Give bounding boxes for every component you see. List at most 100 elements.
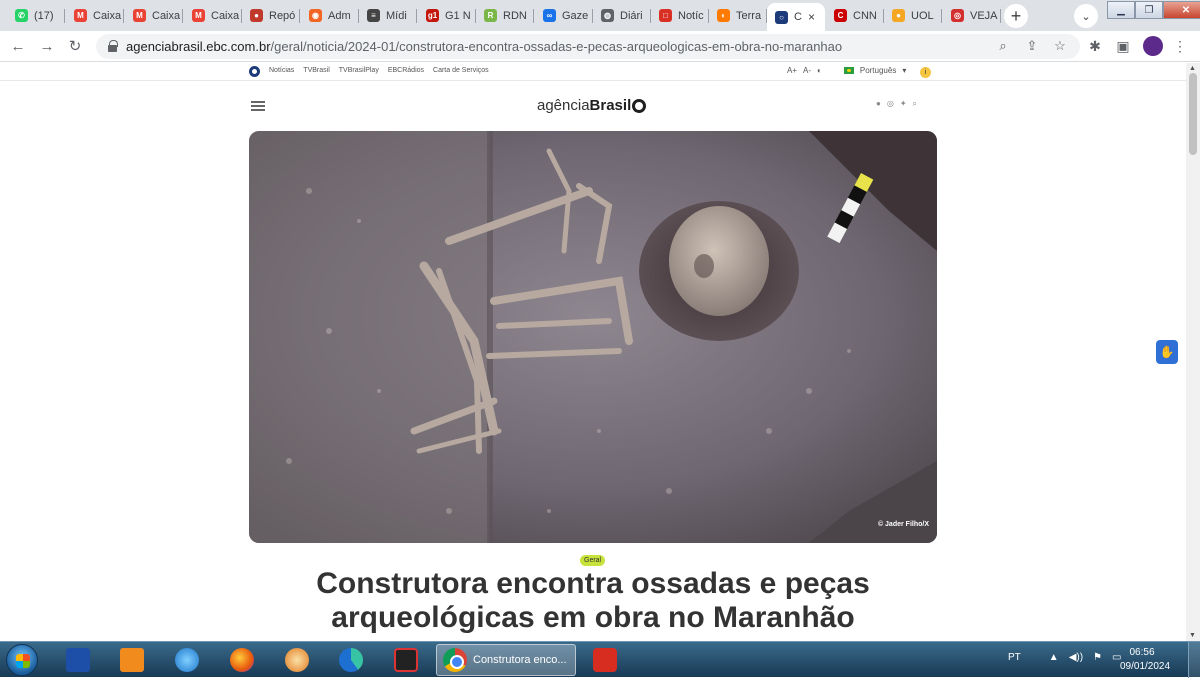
vlibras-accessibility-button[interactable]: ✋ (1156, 340, 1178, 364)
maximize-button[interactable]: ❐ (1135, 1, 1163, 19)
profile-avatar[interactable] (1143, 36, 1163, 56)
gmail-icon: M (192, 9, 205, 22)
browser-tab[interactable]: ◐ Terra (709, 3, 767, 28)
taskbar-app-control-panel[interactable] (63, 645, 93, 675)
url-text[interactable]: agenciabrasil.ebc.com.br/geral/noticia/2… (126, 39, 842, 54)
bookmark-star-icon[interactable]: ☆ (1051, 37, 1069, 55)
ebc-link[interactable]: TVBrasil (303, 67, 329, 74)
tab-label: Adm (328, 9, 351, 22)
tab-label: Repó (269, 9, 296, 22)
chevron-down-icon[interactable]: ▾ (902, 66, 906, 75)
taskbar-app-s[interactable] (391, 645, 421, 675)
browser-tab[interactable]: C CNN (826, 3, 884, 28)
action-center-flag-icon[interactable]: ⚑ (1093, 652, 1102, 663)
browser-tab[interactable]: R RDN (476, 3, 534, 28)
agencia-brasil-logo[interactable]: agência Brasil (537, 97, 647, 114)
volume-icon[interactable]: ◀)) (1069, 652, 1083, 663)
clock-date: 09/01/2024 (1120, 661, 1171, 672)
browser-tab[interactable]: M Caixa (66, 3, 124, 28)
taskbar-app-internet-explorer[interactable] (172, 645, 202, 675)
taskbar-app-media-player[interactable] (117, 645, 147, 675)
scroll-up-arrow-icon[interactable]: ▲ (1189, 65, 1196, 72)
reload-button[interactable]: ↻ (65, 36, 85, 56)
show-desktop-button[interactable] (1188, 642, 1200, 678)
browser-tab[interactable]: ◉ Adm (301, 3, 359, 28)
firefox-icon (230, 648, 254, 672)
address-bar[interactable]: agenciabrasil.ebc.com.br/geral/noticia/2… (96, 34, 1080, 59)
info-icon[interactable]: i (920, 67, 931, 78)
new-tab-button[interactable]: + (1004, 4, 1028, 28)
whatsapp-icon: ✆ (15, 9, 28, 22)
g1-icon: g1 (426, 9, 439, 22)
tab-label: Caixa (211, 9, 240, 22)
chrome-icon (443, 648, 467, 672)
browser-tab[interactable]: M Caixa (125, 3, 183, 28)
brazil-flag-icon (843, 67, 854, 74)
lock-icon[interactable] (108, 40, 118, 52)
taskbar-app-chrome[interactable]: Construtora enco... (436, 644, 576, 676)
share-icon[interactable]: ⇪ (1023, 37, 1041, 55)
facebook-icon[interactable]: ● (876, 99, 881, 109)
instagram-icon[interactable]: ◎ (887, 99, 894, 109)
language-indicator[interactable]: PT (1008, 652, 1021, 663)
browser-tab[interactable]: ○ C × (767, 3, 825, 31)
category-badge[interactable]: Geral (580, 555, 606, 566)
tab-label: Caixa (152, 9, 181, 22)
ebc-link[interactable]: Notícias (269, 67, 294, 74)
tab-search-button[interactable]: ⌄ (1074, 4, 1098, 28)
agencia-brasil-icon: ○ (775, 10, 788, 24)
close-tab-icon[interactable]: × (808, 10, 815, 24)
back-button[interactable]: ← (8, 36, 28, 56)
close-window-button[interactable]: ✕ (1163, 1, 1200, 19)
logo-circle-icon (632, 98, 647, 113)
browser-tab[interactable]: ∞ Gaze (535, 3, 593, 28)
zoom-icon[interactable]: ⌕ (994, 37, 1012, 55)
gazeta-icon: ∞ (543, 9, 556, 22)
language-selector[interactable]: Português (860, 66, 896, 75)
s-app-icon (394, 648, 418, 672)
browser-tab[interactable]: □ Notíc (651, 3, 709, 28)
show-hidden-icons-icon[interactable]: ▲ (1049, 652, 1059, 663)
browser-tab[interactable]: ◎ VEJA (943, 3, 1001, 28)
globe-icon: ◍ (601, 9, 614, 22)
font-increase-button[interactable]: A+ (787, 66, 797, 75)
browser-tab[interactable]: ≡ Mídi (359, 3, 417, 28)
page-scrollbar[interactable]: ▲ ▼ (1186, 63, 1200, 641)
ebc-link[interactable]: Carta de Serviços (433, 67, 489, 74)
media-icon: ≡ (367, 9, 380, 22)
extensions-icon[interactable]: ✱ (1086, 37, 1104, 55)
menu-hamburger-icon[interactable] (251, 101, 265, 111)
forward-button[interactable]: → (37, 36, 57, 56)
chrome-menu-icon[interactable]: ⋮ (1171, 37, 1189, 55)
taskbar-app-edge[interactable] (336, 645, 366, 675)
side-panel-icon[interactable]: ▣ (1114, 37, 1132, 55)
search-icon[interactable]: ⌕ (913, 99, 917, 109)
ebc-logo-icon[interactable] (249, 66, 260, 77)
uol-icon: ● (892, 9, 905, 22)
start-button[interactable] (6, 644, 38, 676)
taskbar-app-acrobat[interactable] (590, 645, 620, 675)
browser-toolbar: ← → ↻ agenciabrasil.ebc.com.br/geral/not… (0, 31, 1200, 62)
system-clock[interactable]: 06:56 09/01/2024 (1120, 646, 1171, 674)
taskbar-app-firefox[interactable] (227, 645, 257, 675)
browser-tab[interactable]: g1 G1 N (418, 3, 476, 28)
contrast-button[interactable]: ◐ (817, 66, 822, 75)
ebc-link[interactable]: TVBrasilPlay (339, 67, 379, 74)
font-decrease-button[interactable]: A- (803, 66, 811, 75)
scroll-down-arrow-icon[interactable]: ▼ (1189, 632, 1196, 639)
twitter-icon[interactable]: ✦ (900, 99, 907, 109)
taskbar-app-ccleaner[interactable] (282, 645, 312, 675)
browser-tab[interactable]: ● UOL (884, 3, 942, 28)
browser-tab[interactable]: ◍ Diári (593, 3, 651, 28)
ebc-link[interactable]: EBCRádios (388, 67, 424, 74)
tab-label: VEJA (970, 9, 998, 22)
acrobat-icon (593, 648, 617, 672)
scrollbar-thumb[interactable] (1189, 73, 1197, 155)
article-hero-image: © Jader Filho/X (249, 131, 937, 543)
browser-tab[interactable]: M Caixa (184, 3, 242, 28)
minimize-button[interactable]: ▁ (1107, 1, 1135, 19)
browser-tab[interactable]: ● Repó (242, 3, 300, 28)
article-headline: Construtora encontra ossadas e peças arq… (316, 567, 870, 634)
rdn-icon: R (484, 9, 497, 22)
browser-tab[interactable]: ✆ (17) (7, 3, 65, 28)
